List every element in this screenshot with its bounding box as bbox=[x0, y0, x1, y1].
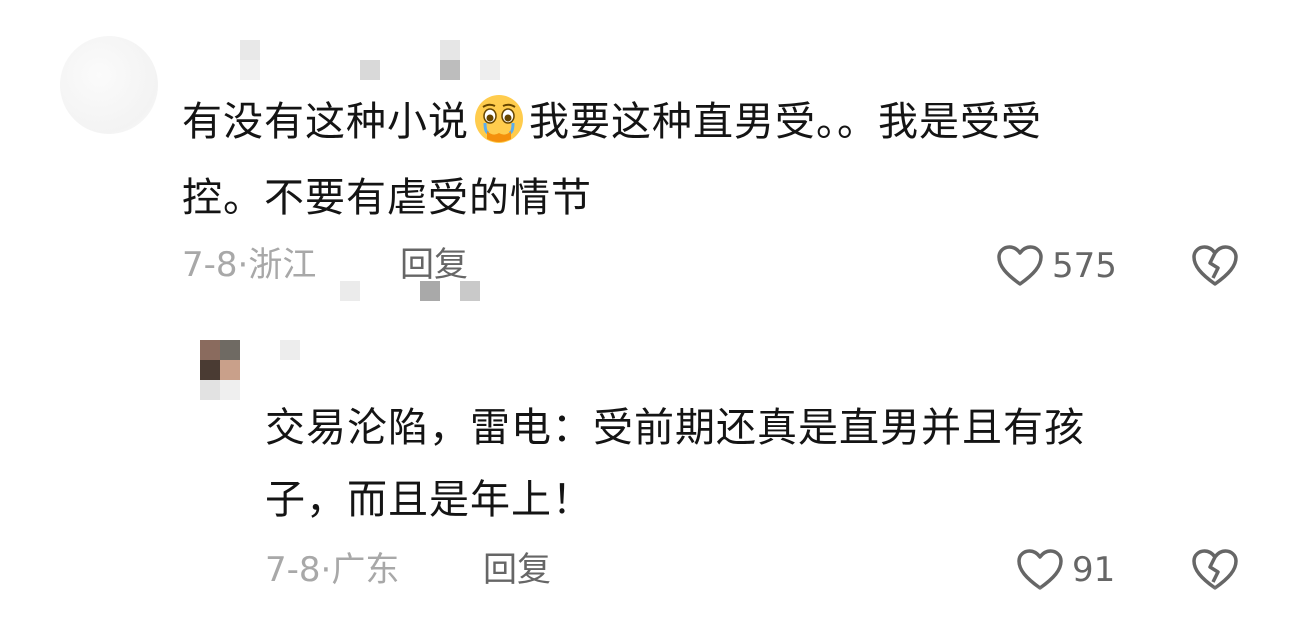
redacted-overlay bbox=[340, 281, 480, 301]
comment-date: 7-8· bbox=[182, 245, 249, 285]
like-button[interactable]: 91 bbox=[1016, 548, 1115, 592]
comment-text-part: 有没有这种小说 bbox=[182, 99, 469, 145]
like-count: 575 bbox=[1052, 246, 1117, 286]
comment-text-line-2: 控。不要有虐受的情节 bbox=[182, 175, 592, 221]
comment-text: 有没有这种小说 我要这种直男受。。我是受受 bbox=[182, 86, 1042, 158]
comment-location: 广东 bbox=[331, 550, 400, 590]
like-count: 91 bbox=[1072, 550, 1116, 590]
like-button[interactable]: 575 bbox=[996, 244, 1117, 288]
comment-text: 交易沦陷，雷电：受前期还真是直男并且有孩 bbox=[265, 405, 1085, 451]
broken-heart-icon[interactable] bbox=[1191, 548, 1239, 592]
broken-heart-icon[interactable] bbox=[1191, 244, 1239, 288]
avatar[interactable] bbox=[60, 36, 158, 134]
heart-icon bbox=[997, 245, 1043, 286]
comment-text-part: 我要这种直男受。。我是受受 bbox=[529, 99, 1042, 145]
pleading-face-icon bbox=[475, 95, 523, 143]
comment-text-line-2: 子，而且是年上！ bbox=[265, 477, 593, 523]
heart-icon bbox=[1017, 549, 1063, 590]
bottom-fade-overlay bbox=[0, 586, 1290, 626]
avatar[interactable] bbox=[200, 340, 240, 400]
comment-date: 7-8· bbox=[265, 550, 332, 590]
comment-location: 浙江 bbox=[248, 245, 317, 285]
reply-button[interactable]: 回复 bbox=[483, 548, 551, 592]
username-redacted[interactable] bbox=[280, 340, 300, 360]
username-redacted[interactable] bbox=[240, 40, 520, 80]
